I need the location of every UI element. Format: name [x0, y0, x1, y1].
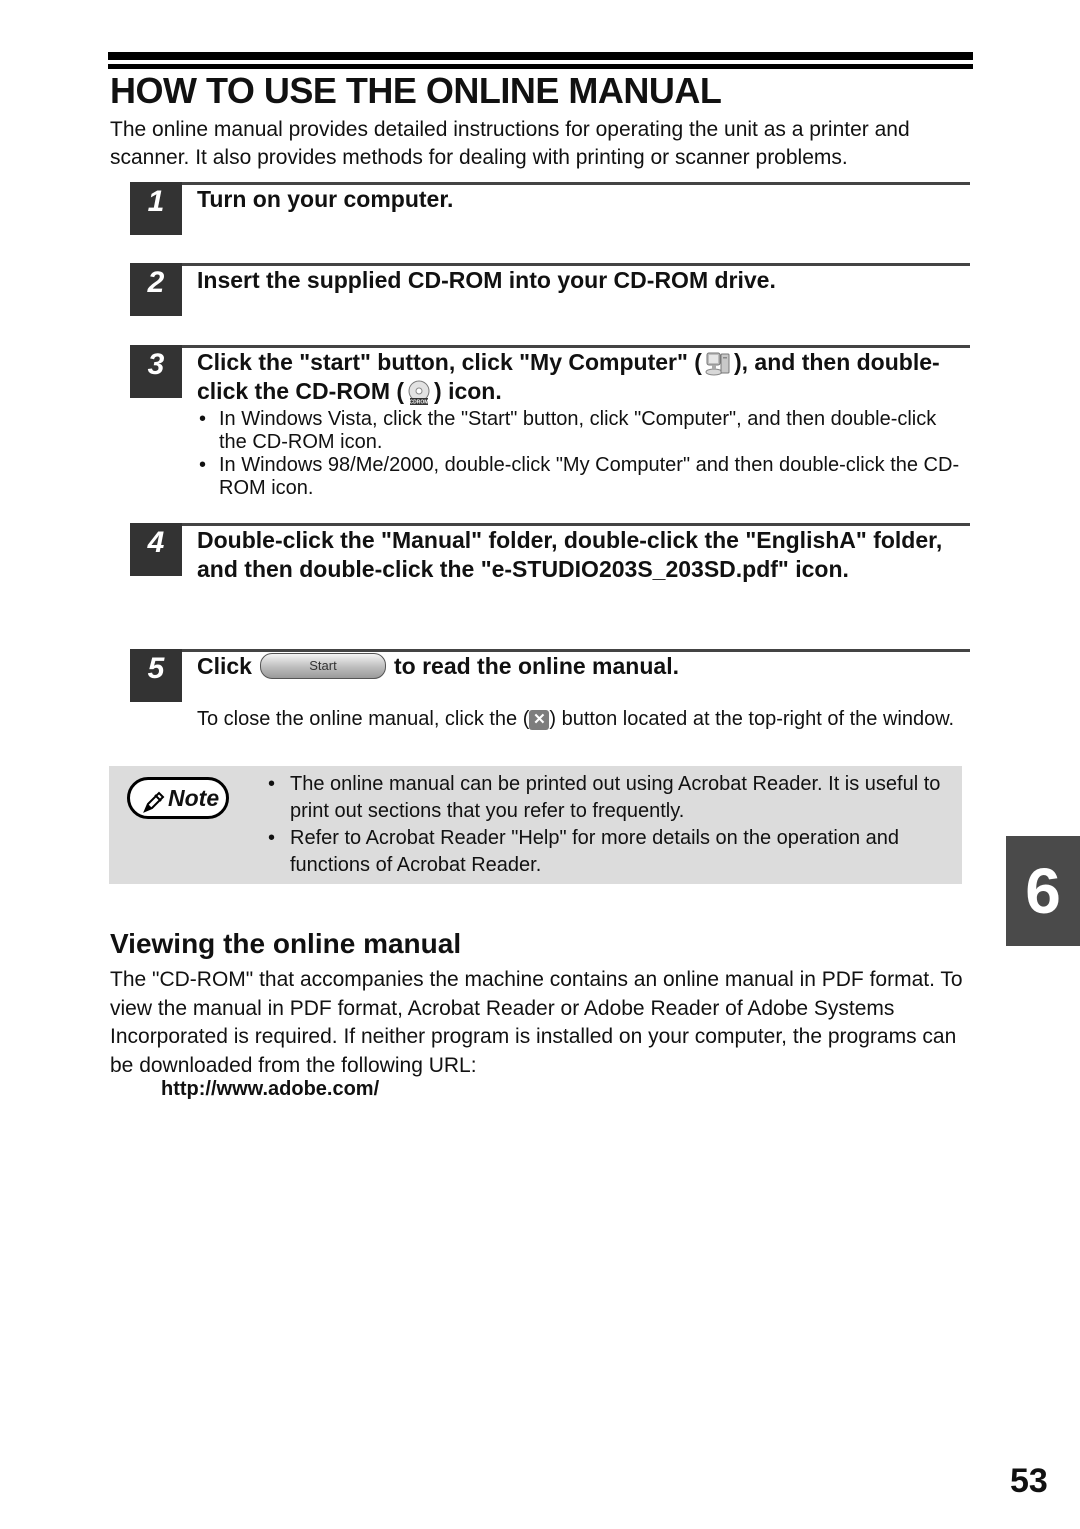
start-button[interactable]: Start: [259, 653, 386, 680]
step-2: 2 Insert the supplied CD-ROM into your C…: [130, 263, 970, 319]
close-text: ) button located at the top-right of the…: [549, 708, 955, 730]
step-text: to read the online manual.: [393, 653, 679, 679]
step-text: ) icon.: [434, 378, 502, 404]
chapter-tab: 6: [1006, 836, 1080, 946]
step-text: Click the "start" button, click "My Comp…: [197, 349, 702, 375]
intro-paragraph: The online manual provides detailed inst…: [110, 118, 910, 169]
step-number: 5: [130, 649, 182, 702]
pencil-icon: [142, 788, 166, 824]
step-number: 2: [130, 263, 182, 316]
step-heading: Click the "start" button, click "My Comp…: [197, 348, 967, 406]
close-instruction: To close the online manual, click the (✕…: [197, 708, 967, 731]
header-rule-thin: [108, 64, 973, 69]
step-heading: Insert the supplied CD-ROM into your CD-…: [197, 267, 776, 293]
note-list: The online manual can be printed out usi…: [268, 771, 958, 879]
step-number: 3: [130, 345, 182, 398]
page-title: HOW TO USE THE ONLINE MANUAL: [110, 70, 722, 111]
step-heading: Click Start to read the online manual.: [197, 652, 967, 682]
step-number: 1: [130, 182, 182, 235]
page-number: 53: [1010, 1462, 1048, 1500]
note-item: The online manual can be printed out usi…: [268, 771, 958, 825]
step-3: 3 Click the "start" button, click "My Co…: [130, 345, 970, 505]
bullet-item: In Windows 98/Me/2000, double-click "My …: [197, 454, 967, 500]
header-rule-thick: [108, 52, 973, 60]
step-number: 4: [130, 523, 182, 576]
close-text: To close the online manual, click the (: [197, 708, 530, 730]
note-item: Refer to Acrobat Reader "Help" for more …: [268, 825, 958, 879]
step-bullets: In Windows Vista, click the "Start" butt…: [197, 408, 967, 500]
step-text: Click: [197, 653, 252, 679]
step-1: 1 Turn on your computer.: [130, 182, 970, 238]
my-computer-icon: [704, 351, 732, 377]
section-title: Viewing the online manual: [110, 928, 462, 959]
step-heading: Turn on your computer.: [197, 186, 454, 212]
note-label: Note: [168, 785, 220, 811]
step-4: 4 Double-click the "Manual" folder, doub…: [130, 523, 970, 623]
close-x-icon: ✕: [529, 709, 550, 730]
step-heading: Double-click the "Manual" folder, double…: [197, 527, 943, 582]
note-badge: Note: [127, 777, 229, 819]
section-body: The "CD-ROM" that accompanies the machin…: [110, 968, 963, 1077]
step-5: 5 Click Start to read the online manual. T…: [130, 649, 970, 759]
note-box: Note The online manual can be printed ou…: [109, 766, 962, 884]
cd-rom-icon: CDROM: [406, 380, 432, 406]
adobe-url-link[interactable]: http://www.adobe.com/: [161, 1078, 379, 1101]
svg-text:CDROM: CDROM: [410, 399, 429, 405]
bullet-item: In Windows Vista, click the "Start" butt…: [197, 408, 967, 454]
